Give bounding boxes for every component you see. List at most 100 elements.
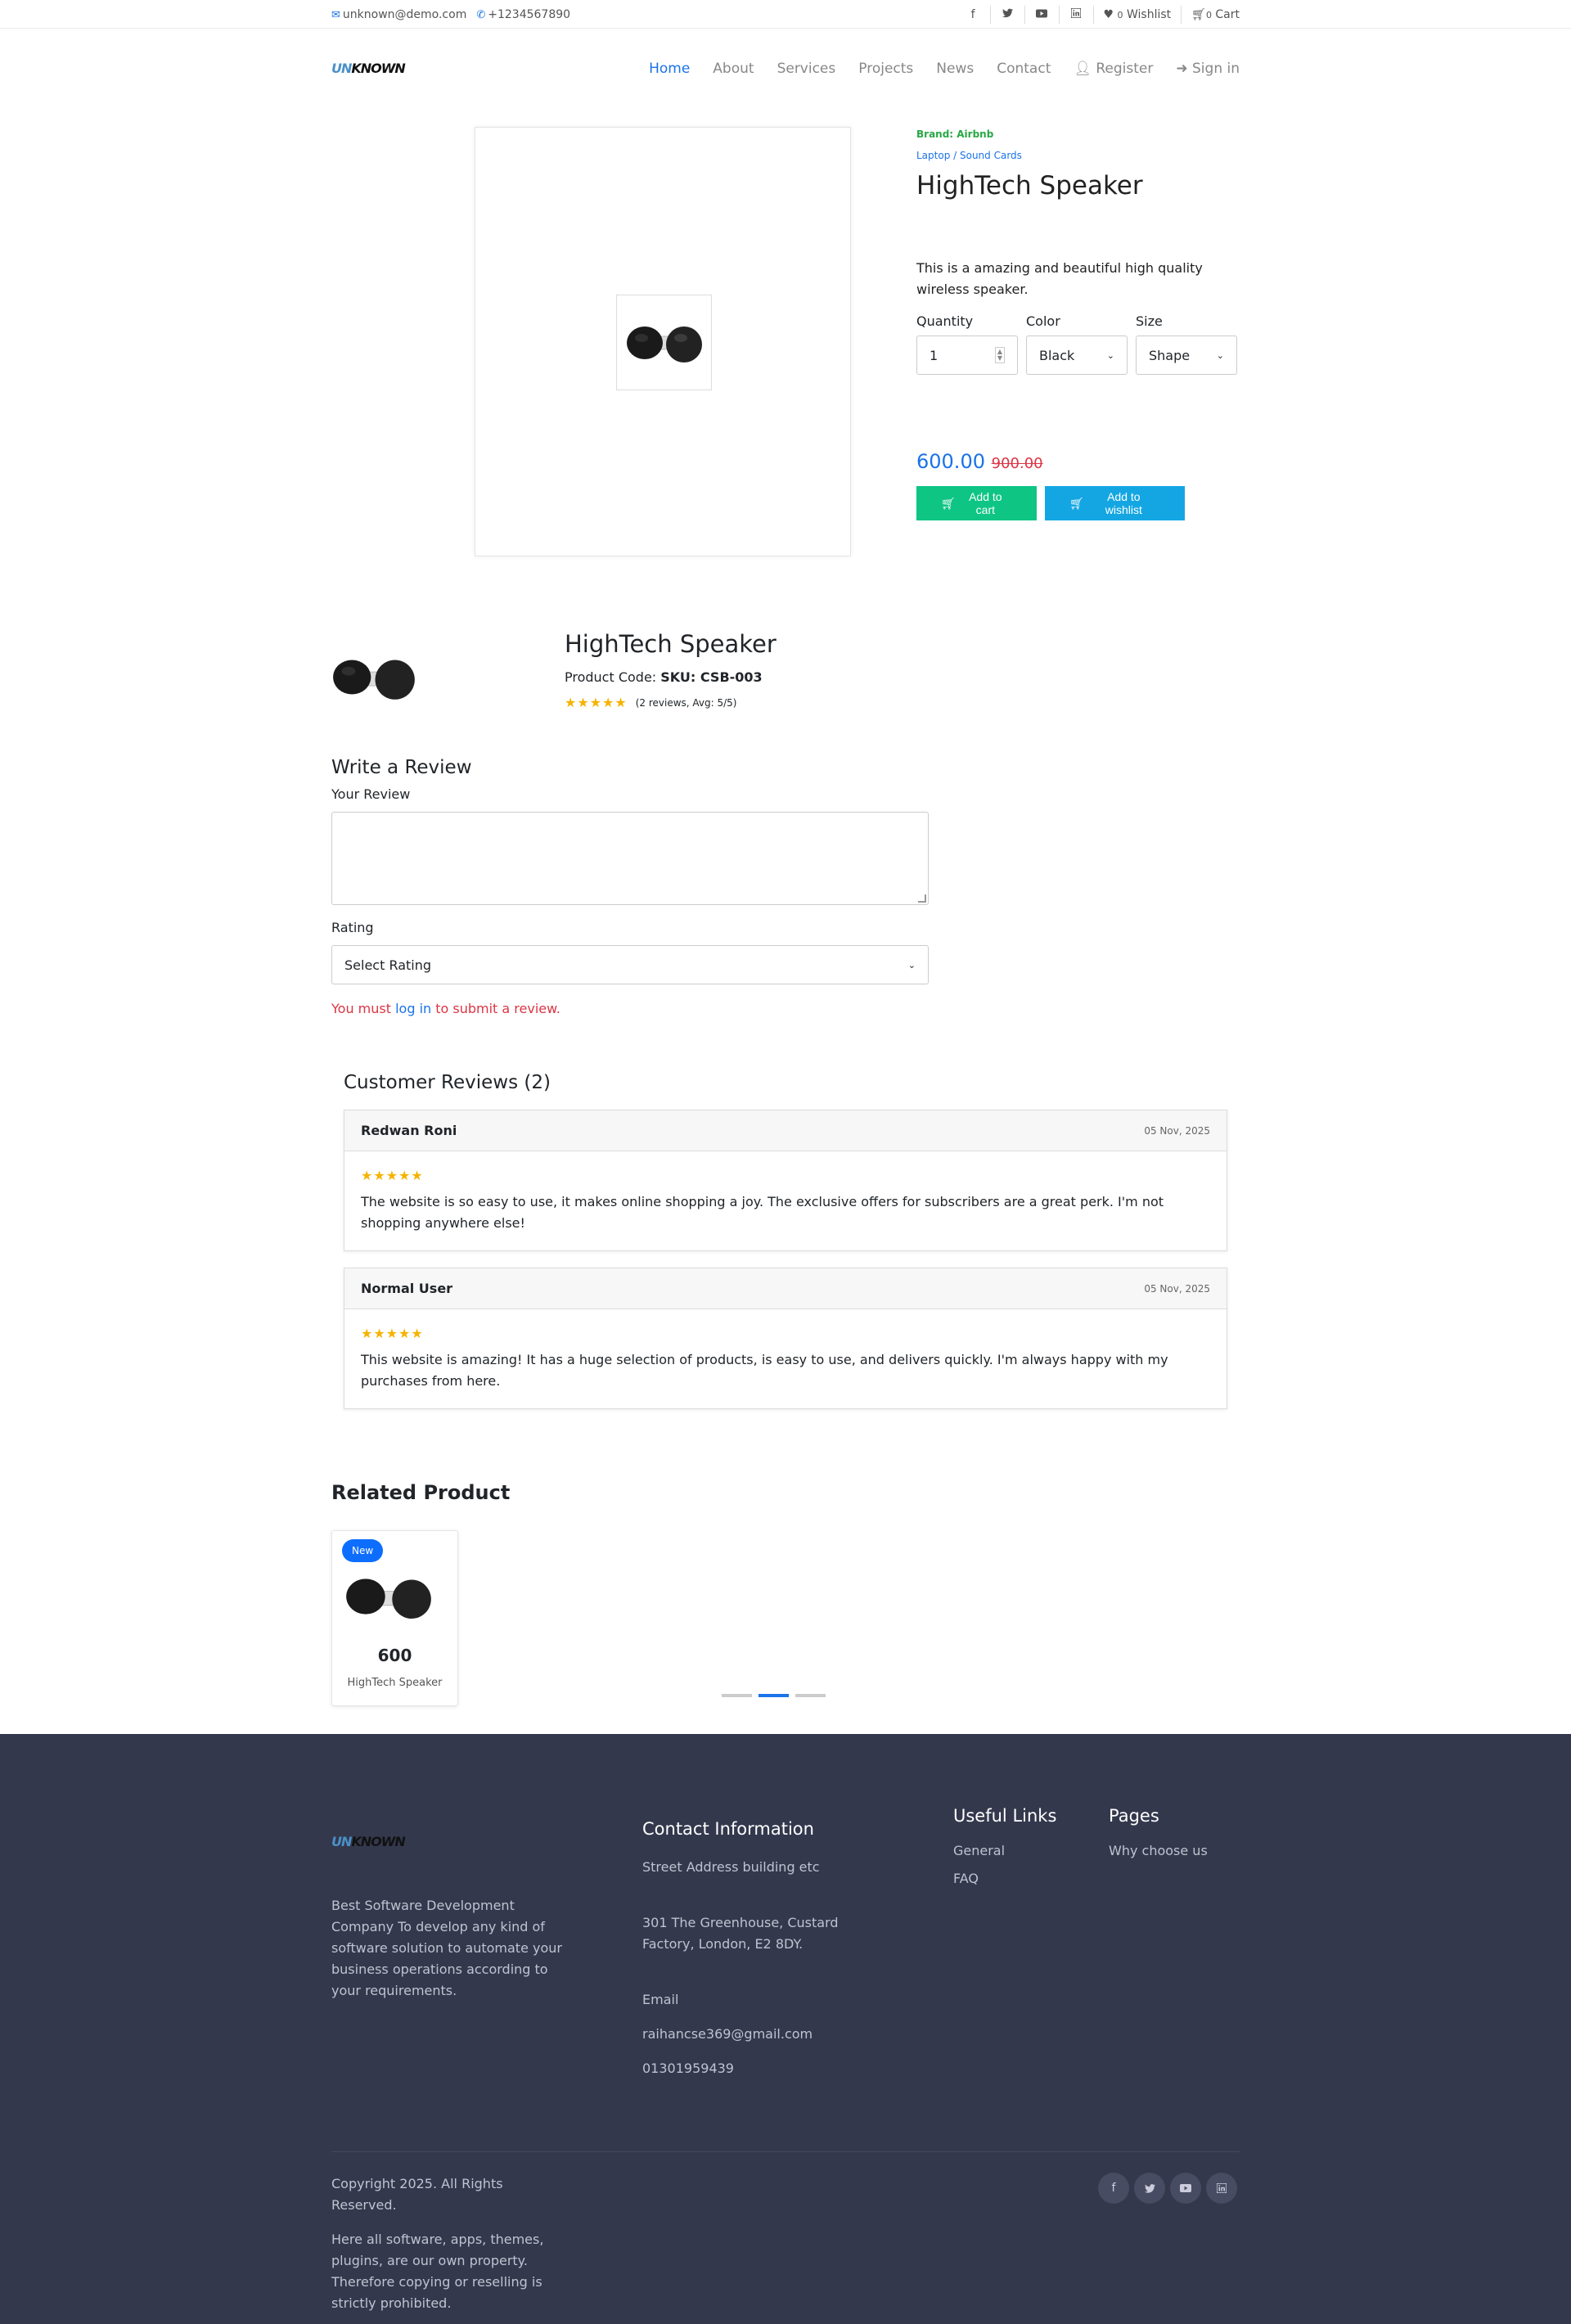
linkedin-icon[interactable]: [1206, 2173, 1237, 2204]
footer-pages: Pages Why choose us: [1109, 1806, 1208, 1862]
footer-about-text: Best Software Development Company To dev…: [331, 1898, 562, 1998]
related-product-card[interactable]: New 600 HighTech Speaker: [331, 1530, 458, 1706]
review-form-title: Write a Review: [331, 757, 472, 778]
email-label: Email: [642, 1992, 679, 2007]
nav-news[interactable]: News: [925, 61, 985, 77]
size-label: Size: [1136, 313, 1163, 329]
phone-icon: ✆: [476, 8, 486, 21]
review-text: The website is so easy to use, it makes …: [361, 1194, 1164, 1231]
nav-about[interactable]: About: [701, 61, 765, 77]
footer: UNKNOWN Best Software Development Compan…: [0, 1734, 1571, 2324]
phone-contact[interactable]: ✆ +1234567890: [476, 8, 570, 21]
rating-label: Rating: [331, 920, 374, 935]
cart-link[interactable]: 🛒︎0 Cart: [1182, 6, 1240, 24]
color-label: Color: [1026, 313, 1060, 329]
footer-link-why-choose-us[interactable]: Why choose us: [1109, 1840, 1208, 1862]
linkedin-icon[interactable]: [1060, 5, 1094, 24]
rating-summary: ★★★★★ (2 reviews, Avg: 5/5): [565, 695, 776, 710]
main-nav: Home About Services Projects News Contac…: [637, 61, 1240, 77]
product-actions: 🛒︎ Add to cart 🛒︎ Add to wishlist: [916, 486, 1244, 520]
speaker-image: [626, 326, 702, 363]
nav-projects[interactable]: Projects: [847, 61, 925, 77]
footer-bottom: Copyright 2025. All Rights Reserved. Her…: [331, 2173, 560, 2314]
star-rating-icon: ★★★★★: [565, 695, 628, 710]
spin-arrows-icon[interactable]: ▲ ▼: [994, 347, 1005, 363]
chevron-down-icon: ⌄: [1106, 349, 1114, 361]
wishlist-link[interactable]: ♥ 0 Wishlist: [1094, 5, 1182, 24]
review-textarea[interactable]: [331, 812, 929, 905]
product-code: Product Code: SKU: CSB-003: [565, 669, 763, 685]
twitter-icon[interactable]: [1134, 2173, 1165, 2204]
nav-contact[interactable]: Contact: [985, 61, 1062, 77]
star-rating-icon: ★★★★★: [361, 1326, 424, 1341]
product-section: Brand: Airbnb Laptop / Sound Cards HighT…: [0, 125, 1571, 559]
old-price: 900.00: [991, 455, 1043, 472]
footer-link-general[interactable]: General: [953, 1840, 1056, 1862]
footer-phone[interactable]: 01301959439: [642, 2058, 904, 2079]
reviewer-name: Normal User: [361, 1281, 453, 1296]
size-select[interactable]: Shape ⌄: [1136, 336, 1237, 375]
product-thumbnail: [333, 660, 415, 700]
email-contact[interactable]: ✉ unknown@demo.com: [331, 8, 466, 21]
color-select[interactable]: Black ⌄: [1026, 336, 1128, 375]
carousel-dot[interactable]: [722, 1694, 752, 1697]
facebook-icon[interactable]: f: [1098, 2173, 1129, 2204]
review-date: 05 Nov, 2025: [1144, 1282, 1210, 1295]
add-to-wishlist-button[interactable]: 🛒︎ Add to wishlist: [1045, 486, 1185, 520]
login-link[interactable]: log in: [395, 1001, 431, 1016]
signin-icon: ➜: [1176, 60, 1188, 77]
nav-home[interactable]: Home: [637, 61, 701, 77]
product-image[interactable]: [616, 295, 712, 390]
review-label: Your Review: [331, 786, 411, 802]
pages-title: Pages: [1109, 1806, 1159, 1826]
size-option: Size Shape ⌄: [1136, 313, 1237, 375]
useful-links-title: Useful Links: [953, 1806, 1057, 1826]
review-card: Redwan Roni 05 Nov, 2025 ★★★★★ The websi…: [344, 1110, 1227, 1251]
login-notice: You must log in to submit a review.: [331, 1001, 560, 1016]
facebook-icon[interactable]: f: [957, 5, 991, 24]
review-body: ★★★★★ The website is so easy to use, it …: [344, 1151, 1227, 1250]
street-label: Street Address building etc: [642, 1859, 820, 1875]
twitter-icon[interactable]: [991, 5, 1025, 24]
cart-icon: 🛒︎: [1191, 7, 1206, 21]
footer-logo[interactable]: UNKNOWN: [331, 1834, 569, 1849]
review-form: Write a Review Your Review Rating Select…: [331, 757, 929, 1016]
reviewer-name: Redwan Roni: [361, 1123, 457, 1138]
address: 301 The Greenhouse, Custard Factory, Lon…: [642, 1915, 839, 1952]
rating-text: (2 reviews, Avg: 5/5): [635, 696, 737, 709]
product-brand[interactable]: Brand: Airbnb: [916, 128, 1244, 140]
cart-icon: 🛒︎: [1069, 496, 1084, 510]
customer-reviews: Customer Reviews (2) Redwan Roni 05 Nov,…: [344, 1072, 1227, 1409]
envelope-icon: ✉: [331, 8, 340, 21]
footer-social: f: [1098, 2173, 1237, 2204]
quantity-option: Quantity 1 ▲ ▼: [916, 313, 1018, 375]
nav-register[interactable]: 👤︎ Register: [1062, 61, 1164, 77]
nav-services[interactable]: Services: [766, 61, 848, 77]
carousel-dot[interactable]: [795, 1694, 826, 1697]
review-date: 05 Nov, 2025: [1144, 1124, 1210, 1137]
product-info: Brand: Airbnb Laptop / Sound Cards HighT…: [916, 125, 1244, 520]
review-header: Redwan Roni 05 Nov, 2025: [344, 1110, 1227, 1151]
youtube-icon[interactable]: [1170, 2173, 1201, 2204]
footer-email[interactable]: raihancse369@gmail.com: [642, 2024, 904, 2045]
footer-useful-links: Useful Links General FAQ: [953, 1806, 1056, 1889]
related-product-image: [346, 1579, 431, 1619]
product-image-frame: [475, 127, 851, 556]
youtube-icon[interactable]: [1025, 5, 1060, 24]
quantity-stepper[interactable]: 1 ▲ ▼: [916, 336, 1018, 375]
rating-select[interactable]: Select Rating ⌄: [331, 945, 929, 984]
footer-link-faq[interactable]: FAQ: [953, 1868, 1056, 1889]
carousel-dot-active[interactable]: [758, 1694, 789, 1697]
reviews-title: Customer Reviews (2): [344, 1072, 551, 1093]
navbar: UNKNOWN Home About Services Projects New…: [0, 29, 1571, 108]
quantity-label: Quantity: [916, 313, 974, 329]
review-card: Normal User 05 Nov, 2025 ★★★★★ This webs…: [344, 1268, 1227, 1409]
disclaimer: Here all software, apps, themes, plugins…: [331, 2232, 544, 2311]
nav-signin[interactable]: ➜ Sign in: [1164, 61, 1240, 77]
product-breadcrumb[interactable]: Laptop / Sound Cards: [916, 150, 1244, 161]
add-to-cart-button[interactable]: 🛒︎ Add to cart: [916, 486, 1037, 520]
related-price: 600: [377, 1646, 412, 1665]
cart-icon: 🛒︎: [941, 496, 956, 510]
product-options: Quantity 1 ▲ ▼ Color Black ⌄ Size Shape ⌄: [916, 313, 1244, 375]
site-logo[interactable]: UNKNOWN: [331, 61, 406, 76]
